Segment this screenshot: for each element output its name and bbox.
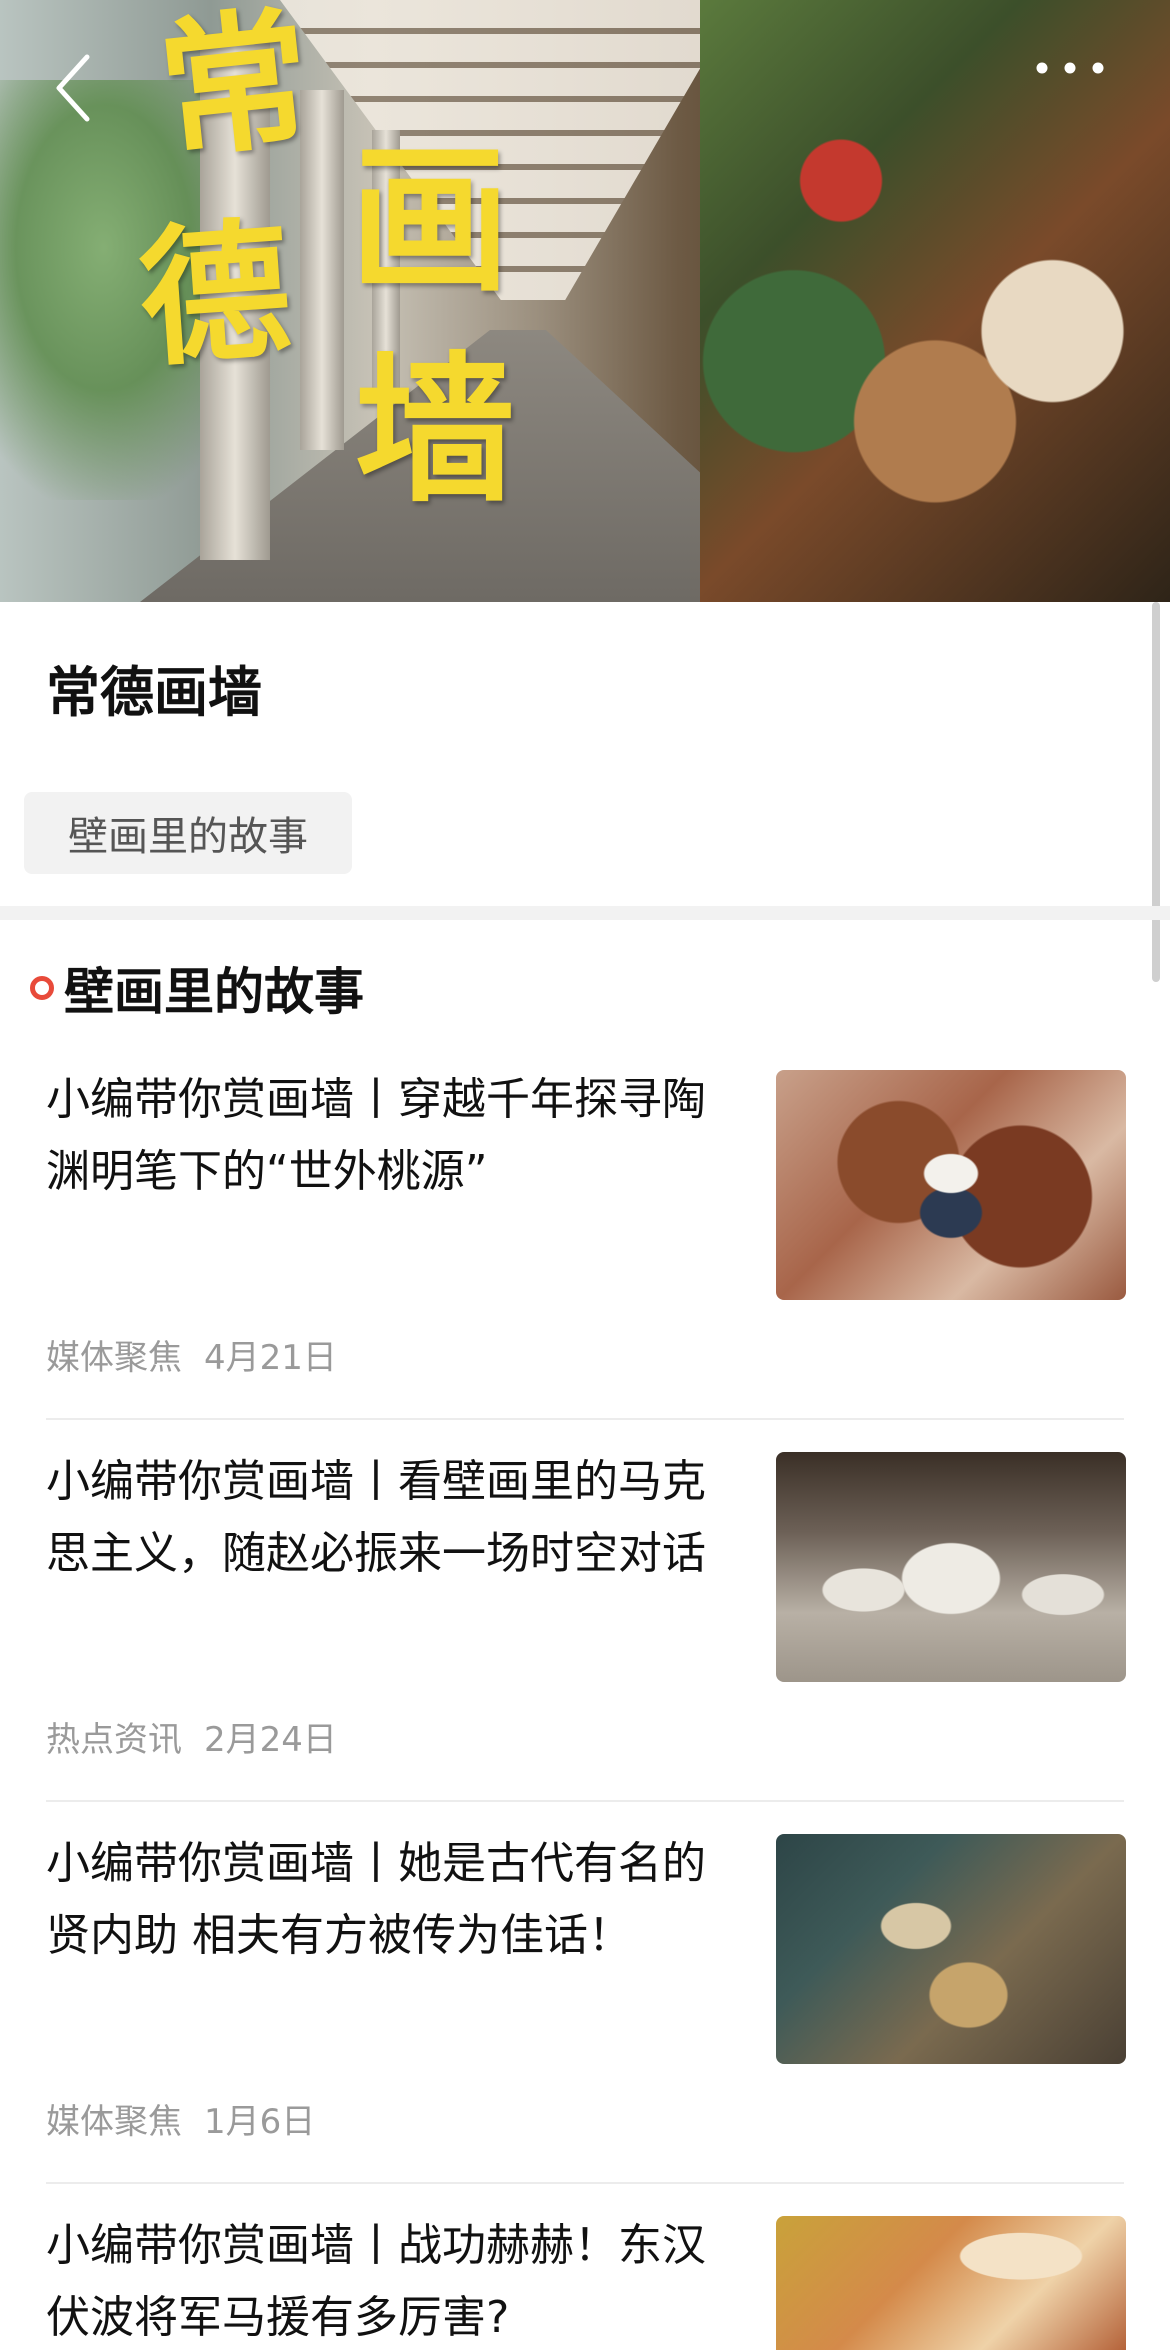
divider xyxy=(46,2182,1124,2184)
divider xyxy=(46,1418,1124,1420)
chevron-left-icon xyxy=(56,54,90,122)
article-thumbnail xyxy=(776,2216,1126,2350)
hero-title-char: 画 xyxy=(350,126,511,314)
article-source: 热点资讯 xyxy=(46,1720,182,1760)
article-item[interactable]: 小编带你赏画墙丨她是古代有名的贤内助 相夫有方被传为佳话！ 媒体聚焦 1月6日 xyxy=(46,1828,1126,2184)
article-item[interactable]: 小编带你赏画墙丨战功赫赫！东汉伏波将军马援有多厉害? xyxy=(46,2210,1126,2350)
article-thumbnail xyxy=(776,1070,1126,1300)
article-title: 小编带你赏画墙丨看壁画里的马克思主义，随赵必振来一场时空对话 xyxy=(46,1456,706,1579)
back-button[interactable] xyxy=(48,48,98,128)
article-thumbnail xyxy=(776,1834,1126,2064)
scrollbar[interactable] xyxy=(1152,602,1160,982)
section-header: 壁画里的故事 xyxy=(30,952,364,1024)
article-source: 媒体聚焦 xyxy=(46,1338,182,1378)
hero-title-char: 常 xyxy=(151,0,319,181)
article-title: 小编带你赏画墙丨战功赫赫！东汉伏波将军马援有多厉害? xyxy=(46,2220,706,2343)
article-meta: 媒体聚焦 4月21日 xyxy=(46,1330,359,1379)
tag-chip-stories[interactable]: 壁画里的故事 xyxy=(24,792,352,874)
more-dots-icon xyxy=(1036,62,1104,74)
hero-title-char: 墙 xyxy=(355,336,516,524)
divider xyxy=(46,1800,1124,1802)
hero-title-char: 德 xyxy=(134,201,296,389)
article-source: 媒体聚焦 xyxy=(46,2102,182,2142)
article-date: 4月21日 xyxy=(204,1338,337,1378)
section-divider xyxy=(0,906,1170,920)
hero-mural xyxy=(700,0,1170,602)
hero-banner: 常 德 画 墙 xyxy=(0,0,1170,602)
article-date: 2月24日 xyxy=(204,1720,337,1760)
article-title: 小编带你赏画墙丨穿越千年探寻陶渊明笔下的“世外桃源” xyxy=(46,1074,706,1197)
article-meta: 媒体聚焦 1月6日 xyxy=(46,2094,337,2143)
article-item[interactable]: 小编带你赏画墙丨穿越千年探寻陶渊明笔下的“世外桃源” 媒体聚焦 4月21日 xyxy=(46,1064,1126,1420)
page-title: 常德画墙 xyxy=(46,661,262,724)
more-button[interactable] xyxy=(1020,48,1120,88)
section-title: 壁画里的故事 xyxy=(64,963,364,1021)
article-meta: 热点资讯 2月24日 xyxy=(46,1712,359,1761)
article-thumbnail xyxy=(776,1452,1126,1682)
circle-dot-icon xyxy=(30,976,54,1000)
article-title: 小编带你赏画墙丨她是古代有名的贤内助 相夫有方被传为佳话！ xyxy=(46,1838,706,1961)
article-item[interactable]: 小编带你赏画墙丨看壁画里的马克思主义，随赵必振来一场时空对话 热点资讯 2月24日 xyxy=(46,1446,1126,1802)
article-date: 1月6日 xyxy=(204,2102,316,2142)
